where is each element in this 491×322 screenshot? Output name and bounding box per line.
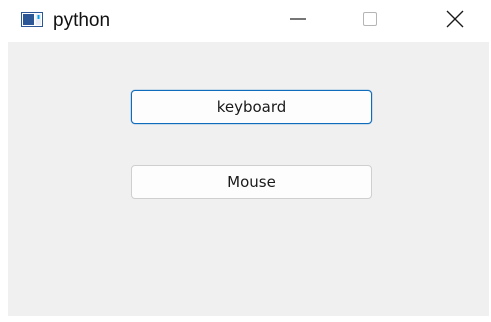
app-window: python keyboard Mouse	[0, 0, 491, 322]
minimize-icon	[288, 9, 308, 34]
keyboard-button[interactable]: keyboard	[131, 90, 372, 124]
window-title: python	[53, 10, 111, 31]
mouse-button[interactable]: Mouse	[131, 165, 372, 199]
close-icon	[444, 8, 466, 35]
window-client-area: keyboard Mouse	[8, 42, 489, 316]
close-button[interactable]	[432, 0, 478, 42]
app-window-icon	[21, 12, 43, 27]
maximize-button[interactable]	[347, 0, 393, 42]
maximize-icon	[360, 9, 380, 34]
minimize-button[interactable]	[275, 0, 321, 42]
title-bar[interactable]: python	[0, 0, 491, 42]
